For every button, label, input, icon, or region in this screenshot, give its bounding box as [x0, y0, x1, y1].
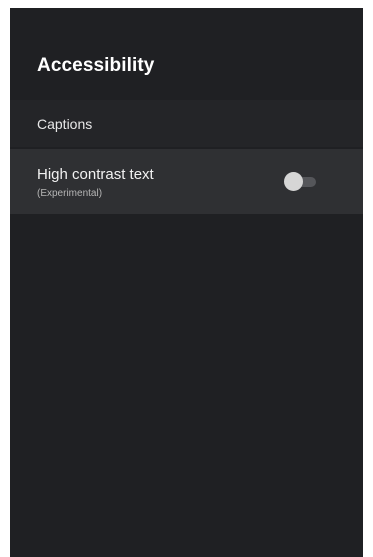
- settings-header: Accessibility: [10, 8, 363, 100]
- toggle-thumb: [284, 172, 303, 191]
- high-contrast-toggle[interactable]: [284, 171, 318, 193]
- settings-item-label: Captions: [37, 116, 93, 132]
- settings-item-sublabel: (Experimental): [37, 188, 103, 199]
- settings-item-high-contrast-text[interactable]: High contrast text (Experimental): [10, 149, 363, 214]
- settings-item-label: High contrast text: [37, 166, 154, 183]
- tv-settings-screen: Accessibility Captions High contrast tex…: [10, 8, 363, 557]
- page-title: Accessibility: [37, 55, 155, 76]
- settings-item-captions[interactable]: Captions: [10, 100, 363, 147]
